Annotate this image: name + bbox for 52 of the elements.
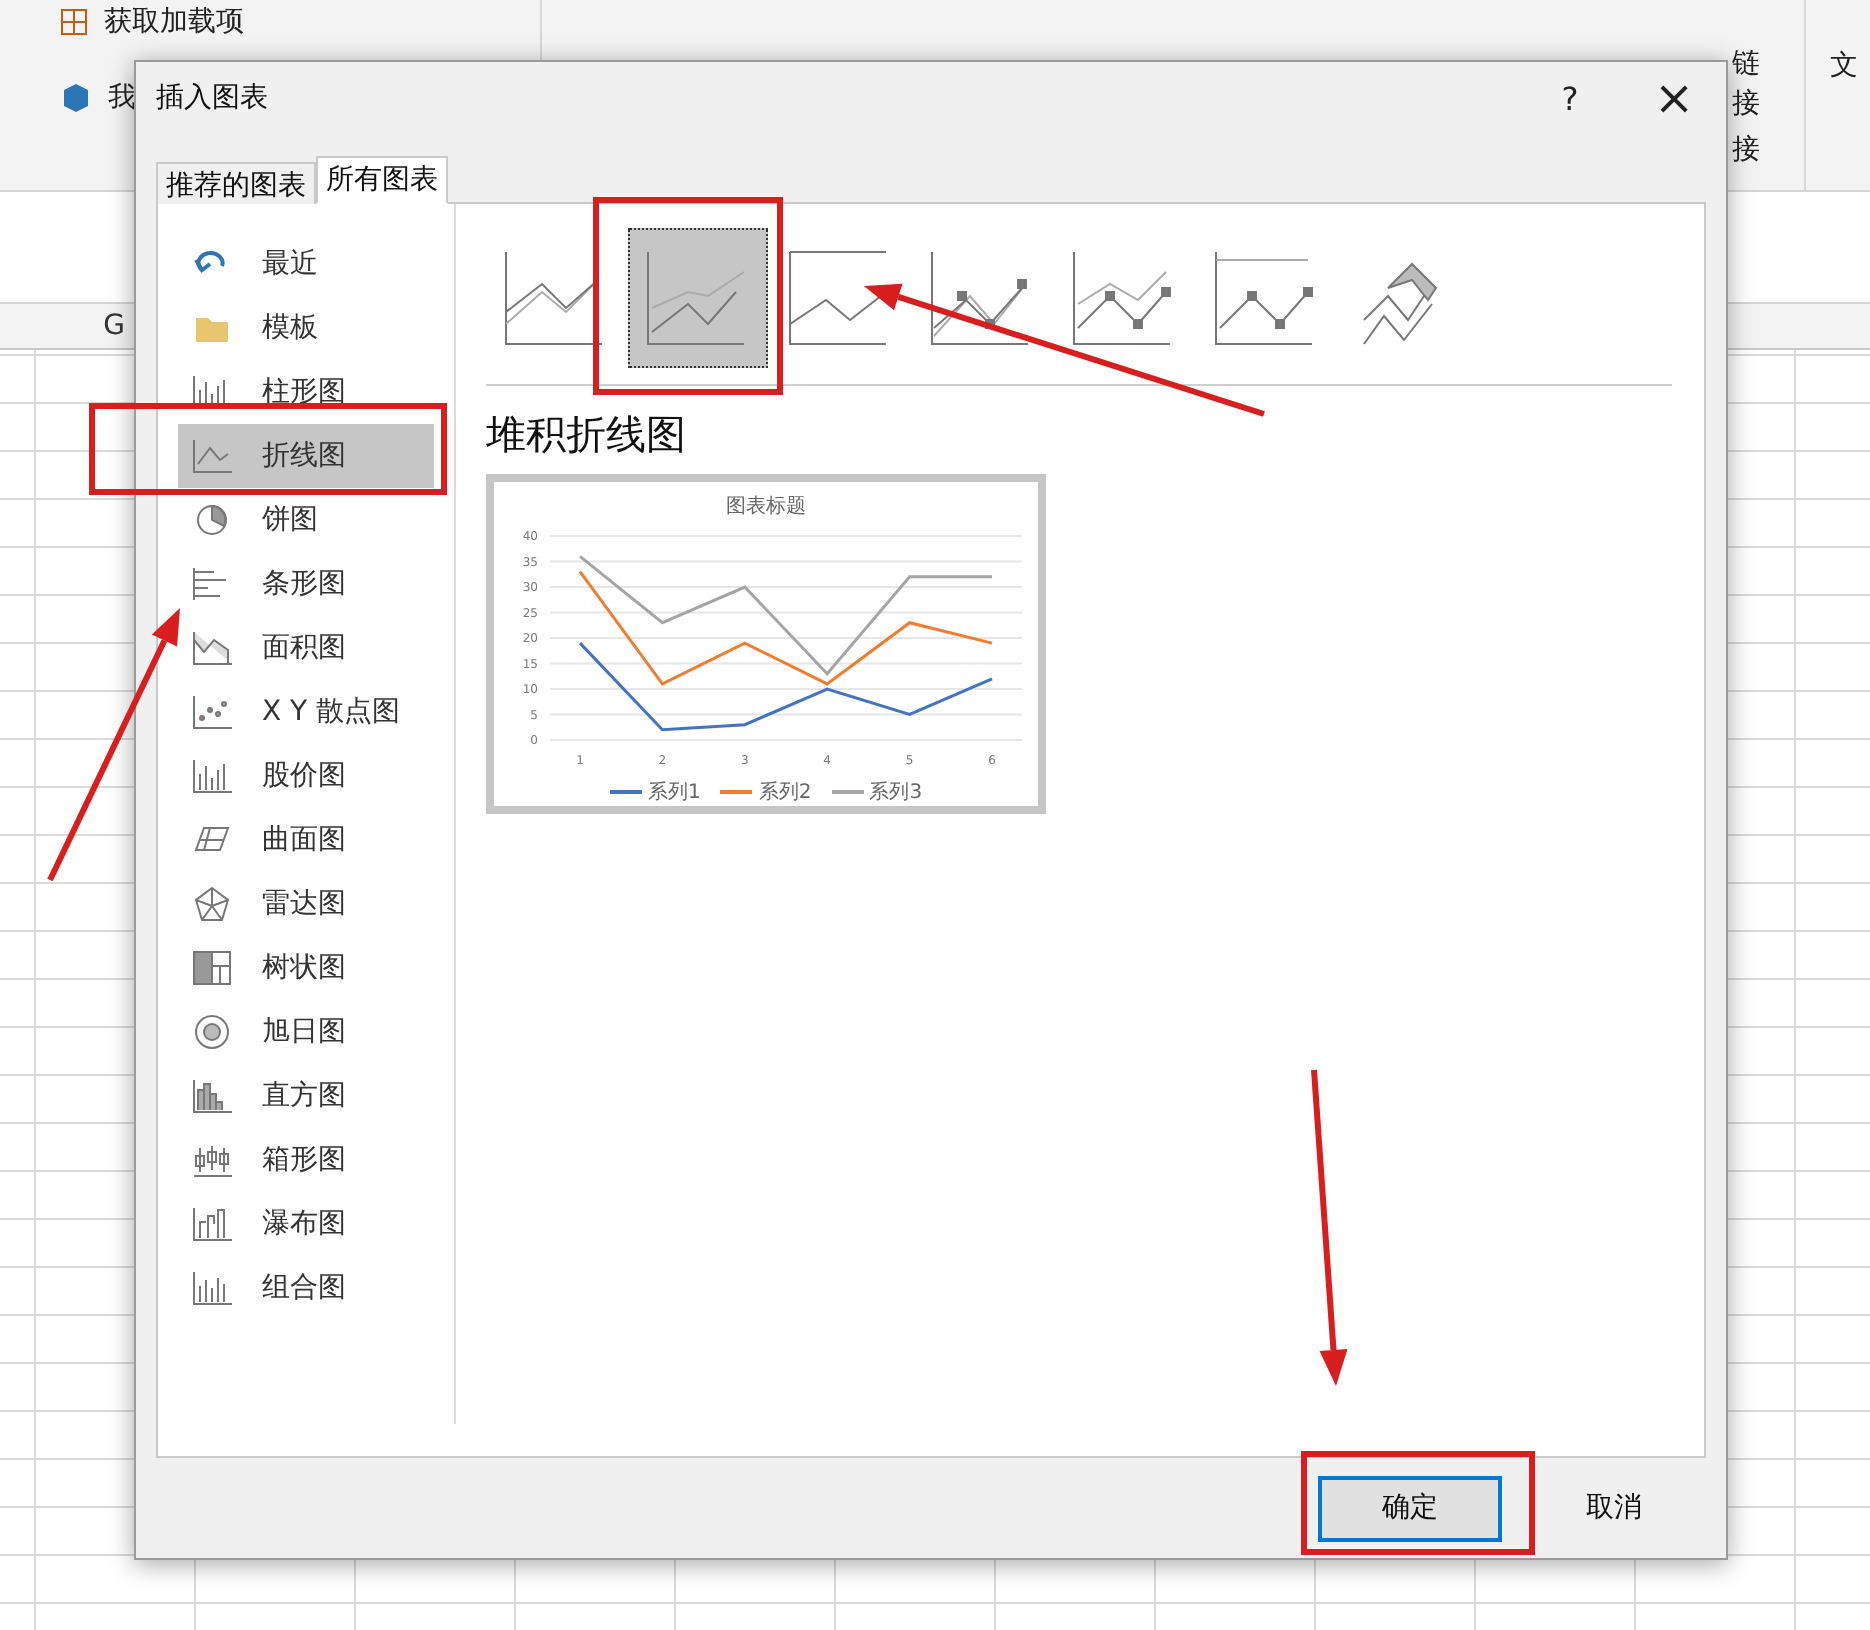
chart-type-item[interactable]: 树状图 (178, 936, 434, 1000)
line-markers-icon (930, 248, 1034, 348)
ok-button[interactable]: 确定 (1318, 1475, 1502, 1541)
ribbon-button[interactable]: 我 (108, 80, 136, 116)
combo-chart-icon (190, 1270, 234, 1306)
group-label: 接 (1732, 132, 1760, 168)
tab[interactable]: 所有图表 (316, 156, 448, 204)
chart-type-item[interactable]: 曲面图 (178, 808, 434, 872)
scatter-chart-icon (190, 694, 234, 730)
line-markers-icon (1214, 248, 1318, 348)
chart-type-item[interactable]: 最近 (178, 232, 434, 296)
histogram-icon (190, 1078, 234, 1114)
line-markers-icon (1072, 248, 1176, 348)
chart-type-item[interactable]: 面积图 (178, 616, 434, 680)
chart-type-item[interactable]: 柱形图 (178, 360, 434, 424)
line-chart-icon (788, 248, 892, 348)
legend-entry: 系列3 (831, 778, 923, 806)
chart-type-item[interactable]: 组合图 (178, 1256, 434, 1320)
stacked-line-chart-icon (646, 248, 750, 348)
chart-type-item[interactable]: 雷达图 (178, 872, 434, 936)
waterfall-chart-icon (190, 1206, 234, 1242)
cube-icon (60, 82, 92, 114)
radar-chart-icon (190, 886, 234, 922)
line-chart-icon (504, 248, 608, 348)
chart-type-item[interactable]: 折线图 (178, 424, 434, 488)
chart-type-item[interactable]: X Y 散点图 (178, 680, 434, 744)
ribbon-button[interactable]: 文 (1830, 50, 1858, 82)
ribbon-button[interactable]: 获取加载项 (104, 4, 244, 40)
grid-icon (60, 8, 88, 36)
chart-type-item[interactable]: 饼图 (178, 488, 434, 552)
close-button[interactable]: × (1622, 62, 1726, 134)
box-plot-icon (190, 1142, 234, 1178)
dialog-title: 插入图表 (156, 80, 270, 116)
line-chart-icon (190, 438, 234, 474)
chart-type-item[interactable]: 直方图 (178, 1064, 434, 1128)
legend-entry: 系列2 (720, 778, 812, 806)
sunburst-icon (190, 1014, 234, 1050)
help-button[interactable]: ? (1518, 62, 1622, 134)
chart-type-item[interactable]: 股价图 (178, 744, 434, 808)
chart-type-item[interactable]: 旭日图 (178, 1000, 434, 1064)
subtype-title: 堆积折线图 (486, 408, 688, 462)
area-chart-icon (190, 630, 234, 666)
legend-entry: 系列1 (609, 778, 701, 806)
chart-title: 图表标题 (726, 493, 806, 520)
chart-type-item[interactable]: 瀑布图 (178, 1192, 434, 1256)
chart-subtype-button[interactable] (628, 228, 768, 368)
ribbon-button[interactable]: 链 接 (1732, 44, 1760, 124)
chart-type-item[interactable]: 箱形图 (178, 1128, 434, 1192)
stock-chart-icon (190, 758, 234, 794)
chart-type-item[interactable]: 条形图 (178, 552, 434, 616)
tab[interactable]: 推荐的图表 (156, 162, 316, 204)
treemap-icon (190, 950, 234, 986)
